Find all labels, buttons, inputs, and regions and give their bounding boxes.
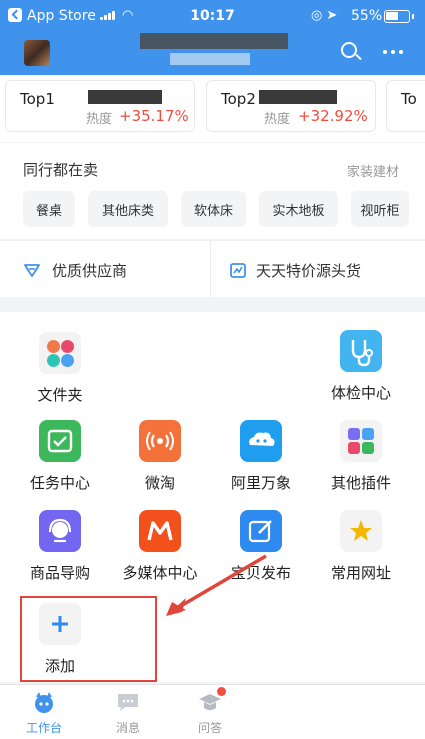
app-label: 其他插件 <box>330 474 391 492</box>
app-ali-wanxiang[interactable]: 阿里万象 <box>216 420 306 493</box>
battery-percent: 55% <box>351 8 383 24</box>
stethoscope-icon <box>340 330 382 372</box>
peers-selling-section: 同行都在卖 家装建材 餐桌 其他床类 软体床 实木地板 视听柜 <box>0 142 425 239</box>
broadcast-icon <box>139 420 181 462</box>
app-label: 体检中心 <box>330 384 391 402</box>
quality-supplier-link[interactable]: 优质供应商 <box>52 260 127 281</box>
rank-label: To <box>401 90 417 108</box>
header-bar: App Store ◠ 10:17 ◎➤ 55% <box>0 0 425 75</box>
location-icon: ◎➤ <box>311 8 342 23</box>
daily-deals-link[interactable]: 天天特价源头货 <box>256 260 361 281</box>
star-icon <box>340 510 382 552</box>
supplier-row: 优质供应商 天天特价源头货 <box>0 240 425 298</box>
tab-workbench[interactable]: 工作台 <box>14 691 74 736</box>
workbench-icon <box>32 691 56 713</box>
top-card-2[interactable]: Top2 热度 +32.92% <box>206 80 376 132</box>
tab-qa[interactable]: 问答 <box>180 687 240 736</box>
bottom-tab-bar: 工作台 消息 问答 <box>0 684 425 739</box>
peer-chip[interactable]: 餐桌 <box>23 191 75 227</box>
app-task-center[interactable]: 任务中心 <box>15 420 105 493</box>
tab-label: 工作台 <box>25 721 62 735</box>
divider <box>210 241 211 298</box>
app-label: 阿里万象 <box>230 474 291 492</box>
app-label: 文件夹 <box>37 386 83 404</box>
heat-change: +35.17% <box>119 107 189 125</box>
app-health-check[interactable]: 体检中心 <box>316 330 406 403</box>
peer-chip[interactable]: 软体床 <box>181 191 246 227</box>
product-name-redacted <box>259 90 337 104</box>
battery-icon <box>384 10 414 23</box>
heat-label: 热度 <box>264 112 291 127</box>
app-label: 商品导购 <box>29 564 90 582</box>
message-icon <box>116 691 140 713</box>
search-icon[interactable] <box>339 40 363 64</box>
notification-dot <box>217 687 226 696</box>
category-link[interactable]: 家装建材 <box>347 161 399 180</box>
media-m-icon <box>139 510 181 552</box>
folder-icon <box>39 332 81 374</box>
tab-messages[interactable]: 消息 <box>98 691 158 736</box>
peer-chip[interactable]: 实木地板 <box>259 191 338 227</box>
headset-icon <box>39 510 81 552</box>
tab-label: 问答 <box>197 721 222 735</box>
shop-subtitle-redacted <box>170 53 250 65</box>
more-icon[interactable] <box>383 50 403 54</box>
calendar-check-icon <box>39 420 81 462</box>
section-title: 同行都在卖 <box>23 161 99 179</box>
top-ranking-strip: Top1 热度 +35.17% Top2 热度 +32.92% To <box>0 75 425 142</box>
annotation-arrow-icon <box>166 554 267 616</box>
add-highlight-box <box>20 596 157 682</box>
app-label: 常用网址 <box>330 564 391 582</box>
rank-label: Top2 <box>221 90 256 108</box>
app-label: 微淘 <box>144 474 175 492</box>
avatar[interactable] <box>24 40 50 66</box>
shop-title-redacted <box>140 33 288 49</box>
heat-label: 热度 <box>86 112 113 127</box>
cloud-face-icon <box>240 420 282 462</box>
chart-bag-icon <box>230 263 246 278</box>
status-bar: App Store ◠ 10:17 ◎➤ 55% <box>0 0 425 32</box>
tab-label: 消息 <box>115 721 140 735</box>
peer-chip[interactable]: 视听柜 <box>351 191 409 227</box>
app-other-plugins[interactable]: 其他插件 <box>316 420 406 493</box>
graduation-cap-icon <box>198 687 226 713</box>
rank-label: Top1 <box>20 90 55 108</box>
heat-change: +32.92% <box>298 107 368 125</box>
app-folder[interactable]: 文件夹 <box>15 332 105 405</box>
app-favorite-urls[interactable]: 常用网址 <box>316 510 406 583</box>
edit-icon <box>240 510 282 552</box>
app-weitao[interactable]: 微淘 <box>115 420 205 493</box>
top-card-1[interactable]: Top1 热度 +35.17% <box>5 80 195 132</box>
plugin-grid-icon <box>340 420 382 462</box>
peer-chip[interactable]: 其他床类 <box>88 191 168 227</box>
app-product-guide[interactable]: 商品导购 <box>15 510 105 583</box>
product-name-redacted <box>88 90 162 104</box>
top-card-3[interactable]: To <box>386 80 425 132</box>
app-label: 任务中心 <box>29 474 90 492</box>
diamond-icon <box>24 264 40 277</box>
